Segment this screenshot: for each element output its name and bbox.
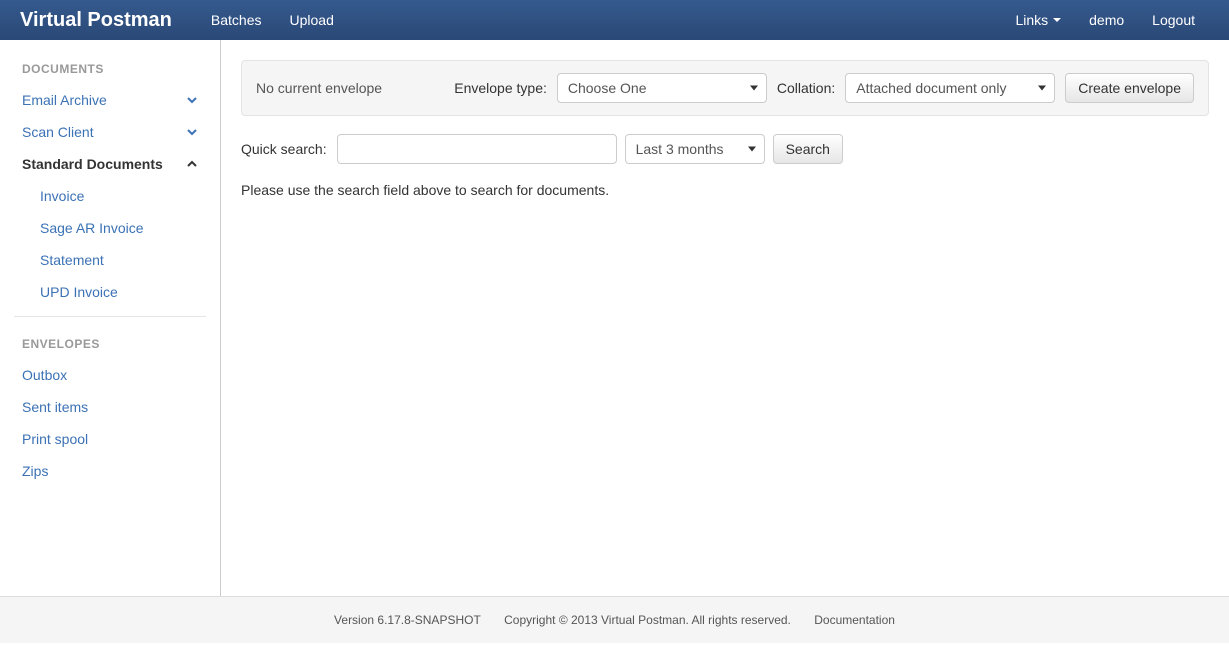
sidebar-item-standard-documents[interactable]: Standard Documents (0, 148, 220, 180)
envelope-bar: No current envelope Envelope type: Choos… (241, 60, 1209, 116)
quick-search-label: Quick search: (241, 141, 327, 157)
sidebar-item-scan-client[interactable]: Scan Client (0, 116, 220, 148)
nav-links-label: Links (1015, 12, 1048, 28)
nav-logout[interactable]: Logout (1138, 2, 1209, 38)
envelope-type-select[interactable]: Choose One (557, 73, 767, 103)
main-content: No current envelope Envelope type: Choos… (221, 40, 1229, 596)
sidebar-envelopes-header: ENVELOPES (0, 325, 220, 359)
sidebar-item-label: Statement (40, 252, 104, 268)
sidebar-item-label: UPD Invoice (40, 284, 118, 300)
footer: Version 6.17.8-SNAPSHOT Copyright © 2013… (0, 596, 1229, 643)
sidebar-item-label: Outbox (22, 367, 67, 383)
sidebar-item-email-archive[interactable]: Email Archive (0, 84, 220, 116)
sidebar-item-zips[interactable]: Zips (0, 455, 220, 487)
create-envelope-button[interactable]: Create envelope (1065, 73, 1194, 103)
footer-version: Version 6.17.8-SNAPSHOT (334, 613, 481, 627)
sidebar-item-label: Scan Client (22, 124, 94, 140)
nav-upload[interactable]: Upload (276, 2, 348, 38)
sidebar-item-label: Print spool (22, 431, 88, 447)
sidebar-item-print-spool[interactable]: Print spool (0, 423, 220, 455)
divider (14, 316, 206, 317)
envelope-type-label: Envelope type: (454, 80, 547, 96)
nav-batches[interactable]: Batches (197, 2, 276, 38)
sidebar-item-statement[interactable]: Statement (40, 244, 220, 276)
navbar: Virtual Postman Batches Upload Links dem… (0, 0, 1229, 40)
chevron-up-icon (186, 158, 198, 170)
collation-select[interactable]: Attached document only (845, 73, 1055, 103)
sidebar-item-label: Sage AR Invoice (40, 220, 144, 236)
sidebar-item-label: Invoice (40, 188, 84, 204)
search-button[interactable]: Search (773, 134, 843, 164)
sidebar-item-sage-ar-invoice[interactable]: Sage AR Invoice (40, 212, 220, 244)
sidebar: DOCUMENTS Email Archive Scan Client Stan… (0, 40, 221, 596)
footer-copyright: Copyright © 2013 Virtual Postman. All ri… (504, 613, 791, 627)
sidebar-item-label: Email Archive (22, 92, 107, 108)
caret-down-icon (1053, 18, 1061, 22)
footer-documentation-link[interactable]: Documentation (814, 613, 895, 627)
envelope-status: No current envelope (256, 80, 382, 96)
nav-user[interactable]: demo (1075, 2, 1138, 38)
collation-label: Collation: (777, 80, 835, 96)
search-hint: Please use the search field above to sea… (241, 182, 1209, 198)
search-row: Quick search: Last 3 months Search (241, 134, 1209, 164)
chevron-down-icon (186, 126, 198, 138)
date-range-select[interactable]: Last 3 months (625, 134, 765, 164)
nav-links-dropdown[interactable]: Links (1001, 2, 1075, 38)
sidebar-item-upd-invoice[interactable]: UPD Invoice (40, 276, 220, 308)
chevron-down-icon (186, 94, 198, 106)
sidebar-item-label: Standard Documents (22, 156, 163, 172)
sidebar-item-invoice[interactable]: Invoice (40, 180, 220, 212)
sidebar-item-sent-items[interactable]: Sent items (0, 391, 220, 423)
sidebar-item-outbox[interactable]: Outbox (0, 359, 220, 391)
sidebar-documents-header: DOCUMENTS (0, 50, 220, 84)
brand: Virtual Postman (20, 9, 172, 32)
sidebar-item-label: Zips (22, 463, 48, 479)
quick-search-input[interactable] (337, 134, 617, 164)
sidebar-item-label: Sent items (22, 399, 88, 415)
